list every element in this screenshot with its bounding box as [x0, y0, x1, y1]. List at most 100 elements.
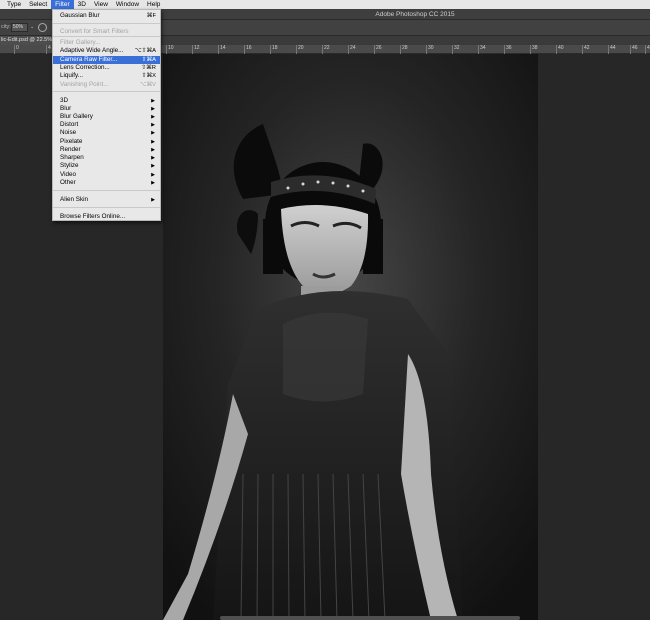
- ruler-tick-mark: [14, 45, 15, 54]
- ruler-tick-label: 14: [220, 45, 226, 51]
- submenu-arrow-icon: ▶: [151, 139, 155, 145]
- menu-item-blur[interactable]: Blur ▶: [53, 105, 160, 113]
- ruler-tick-label: 18: [272, 45, 278, 51]
- ruler-tick-label: 40: [558, 45, 564, 51]
- menu-item-pixelate[interactable]: Pixelate ▶: [53, 138, 160, 146]
- submenu-arrow-icon: ▶: [151, 180, 155, 186]
- ruler-tick-mark: [270, 45, 271, 54]
- submenu-arrow-icon: ▶: [151, 155, 155, 161]
- submenu-arrow-icon: ▶: [151, 172, 155, 178]
- ruler-tick-mark: [218, 45, 219, 54]
- ruler-tick-mark: [608, 45, 609, 54]
- menu-item-shortcut: ⌥⌘V: [139, 82, 156, 88]
- horizontal-scrollbar[interactable]: [220, 616, 520, 620]
- menu-item-camera-raw-filter[interactable]: Camera Raw Filter... ⇧⌘A: [53, 56, 160, 64]
- submenu-arrow-icon: ▶: [151, 130, 155, 136]
- ruler-tick-label: 32: [454, 45, 460, 51]
- ruler-tick-label: 36: [506, 45, 512, 51]
- menu-item-shortcut: ⇧⌘A: [141, 57, 156, 63]
- menu-bar: Type Select Filter 3D View Window Help: [0, 0, 650, 9]
- ruler-tick-mark: [556, 45, 557, 54]
- filter-menu: Gaussian Blur ⌘F Convert for Smart Filters…: [52, 9, 161, 221]
- document-tab[interactable]: lic-Edit.psd @ 22.5%: [0, 36, 52, 45]
- menu-window[interactable]: Window: [112, 0, 143, 9]
- ruler-tick-mark: [530, 45, 531, 54]
- ruler-tick-mark: [348, 45, 349, 54]
- menu-item-label: Browse Filters Online...: [60, 213, 126, 220]
- ruler-tick-label: 30: [428, 45, 434, 51]
- ruler-tick-label: 24: [350, 45, 356, 51]
- menu-item-shortcut: ⌥⇧⌘A: [134, 48, 156, 54]
- menu-item-video[interactable]: Video ▶: [53, 171, 160, 179]
- ruler-tick-label: 28: [402, 45, 408, 51]
- menu-help[interactable]: Help: [143, 0, 164, 9]
- menu-item-sharpen[interactable]: Sharpen ▶: [53, 154, 160, 162]
- ruler-tick-label: 16: [246, 45, 252, 51]
- opacity-field[interactable]: 50%: [11, 23, 28, 32]
- menu-item-shortcut: ⇧⌘X: [141, 73, 156, 79]
- menu-item-3d[interactable]: 3D ▶: [53, 97, 160, 105]
- menu-item-label: Gaussian Blur: [60, 12, 100, 19]
- menu-item-label: Camera Raw Filter...: [60, 56, 118, 63]
- ruler-tick-label: 12: [194, 45, 200, 51]
- opacity-label: city:: [1, 24, 11, 30]
- ruler-tick-label: 20: [298, 45, 304, 51]
- menu-item-gaussian-blur[interactable]: Gaussian Blur ⌘F: [53, 12, 160, 20]
- menu-item-adaptive-wide-angle[interactable]: Adaptive Wide Angle... ⌥⇧⌘A: [53, 47, 160, 55]
- ruler-tick-mark: [192, 45, 193, 54]
- ruler-tick-label: 42: [584, 45, 590, 51]
- ruler-tick-mark: [452, 45, 453, 54]
- ruler-tick-mark: [504, 45, 505, 54]
- photo-image: [163, 54, 538, 620]
- menu-item-label: Other: [60, 179, 76, 186]
- menu-item-label: Noise: [60, 129, 77, 136]
- menu-type[interactable]: Type: [0, 0, 25, 9]
- menu-item-browse-filters-online[interactable]: Browse Filters Online...: [53, 213, 160, 221]
- submenu-arrow-icon: ▶: [151, 122, 155, 128]
- menu-item-lens-correction[interactable]: Lens Correction... ⇧⌘R: [53, 64, 160, 72]
- portrait-photo: [163, 54, 538, 620]
- menu-item-label: Convert for Smart Filters: [60, 28, 129, 35]
- menu-item-distort[interactable]: Distort ▶: [53, 121, 160, 129]
- ruler-tick-label: 44: [610, 45, 616, 51]
- menu-item-label: Distort: [60, 121, 79, 128]
- ruler-tick-mark: [296, 45, 297, 54]
- menu-item-blur-gallery[interactable]: Blur Gallery ▶: [53, 113, 160, 121]
- menu-item-stylize[interactable]: Stylize ▶: [53, 162, 160, 170]
- submenu-arrow-icon: ▶: [151, 163, 155, 169]
- menu-item-label: Blur: [60, 105, 72, 112]
- chevron-down-icon[interactable]: ⌄: [30, 24, 34, 30]
- menu-select[interactable]: Select: [25, 0, 51, 9]
- ruler-tick-label: 38: [532, 45, 538, 51]
- ruler-tick-mark: [374, 45, 375, 54]
- menu-item-liquify[interactable]: Liquify... ⇧⌘X: [53, 72, 160, 80]
- ruler-tick-mark: [630, 45, 631, 54]
- ruler-tick-mark: [645, 45, 646, 54]
- ruler-tick-label: 4: [48, 45, 51, 51]
- menu-3d[interactable]: 3D: [74, 0, 90, 9]
- menu-item-label: Liquify...: [60, 72, 83, 79]
- menu-item-render[interactable]: Render ▶: [53, 146, 160, 154]
- menu-item-label: Stylize: [60, 162, 79, 169]
- ruler-tick-mark: [46, 45, 47, 54]
- pressure-icon[interactable]: [38, 23, 47, 32]
- ruler-tick-label: 22: [324, 45, 330, 51]
- menu-item-other[interactable]: Other ▶: [53, 179, 160, 187]
- ruler-tick-mark: [426, 45, 427, 54]
- ruler-tick-mark: [322, 45, 323, 54]
- menu-separator: [53, 207, 160, 208]
- menu-item-convert-for-smart-filters: Convert for Smart Filters: [53, 28, 160, 36]
- menu-item-label: 3D: [60, 97, 69, 104]
- menu-item-noise[interactable]: Noise ▶: [53, 129, 160, 137]
- menu-item-label: Sharpen: [60, 154, 84, 161]
- menu-item-alien-skin[interactable]: Alien Skin ▶: [53, 196, 160, 204]
- menu-separator: [53, 36, 160, 37]
- menu-item-label: Adaptive Wide Angle...: [60, 47, 124, 54]
- ruler-tick-label: 10: [168, 45, 174, 51]
- menu-item-label: Blur Gallery: [60, 113, 93, 120]
- menu-item-label: Filter Gallery...: [60, 39, 101, 46]
- menu-filter[interactable]: Filter: [51, 0, 74, 9]
- menu-item-label: Pixelate: [60, 138, 83, 145]
- menu-view[interactable]: View: [90, 0, 112, 9]
- submenu-arrow-icon: ▶: [151, 114, 155, 120]
